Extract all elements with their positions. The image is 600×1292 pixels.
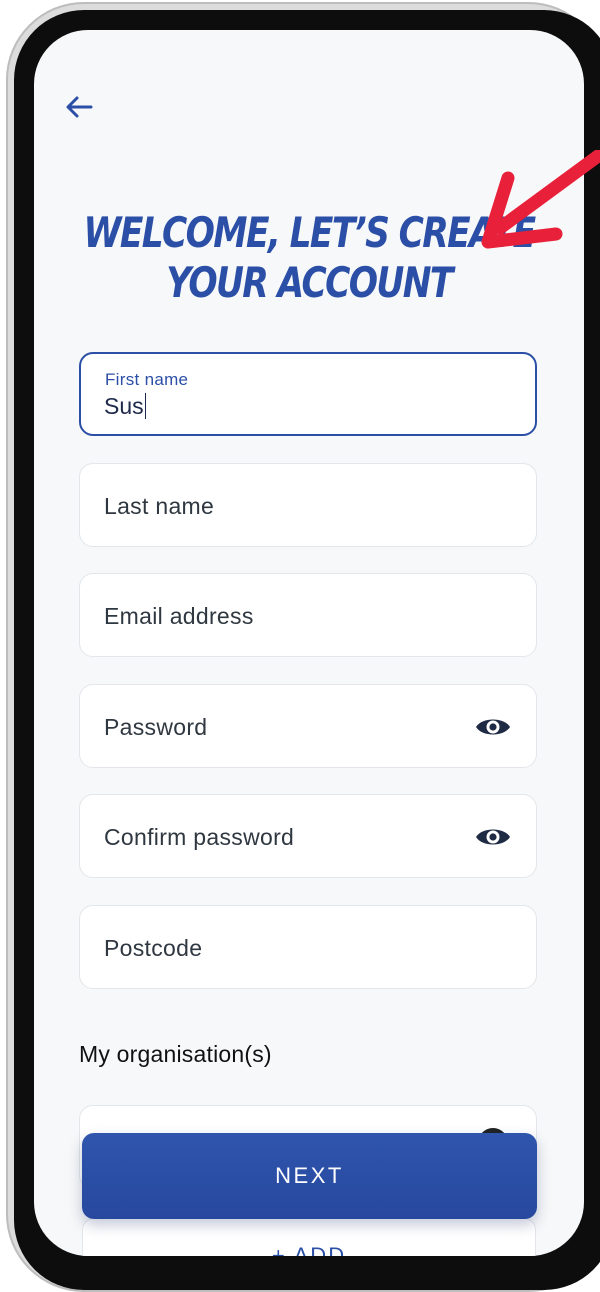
first-name-label: First name <box>105 370 189 389</box>
app-screen: WELCOME, LET’S CREATE YOUR ACCOUNT First… <box>34 30 584 1256</box>
postcode-field[interactable]: Postcode <box>79 905 537 989</box>
last-name-field[interactable]: Last name <box>79 463 537 547</box>
eye-icon[interactable] <box>474 823 512 851</box>
next-button[interactable]: NEXT <box>82 1133 537 1219</box>
last-name-label: Last name <box>104 493 215 519</box>
password-field[interactable]: Password <box>79 684 537 768</box>
add-organisation-label: + ADD <box>271 1243 347 1256</box>
first-name-field[interactable]: First name Sus <box>79 352 537 436</box>
add-organisation-button[interactable]: + ADD <box>82 1218 536 1256</box>
page-title: WELCOME, LET’S CREATE YOUR ACCOUNT <box>83 208 537 308</box>
text-caret <box>144 393 147 419</box>
confirm-password-label: Confirm password <box>104 824 295 850</box>
eye-icon[interactable] <box>474 713 512 741</box>
page-title-line-1: WELCOME, LET’S CREATE <box>83 208 537 257</box>
arrow-left-icon <box>66 96 93 118</box>
email-label: Email address <box>104 603 254 629</box>
first-name-value-text: Sus <box>104 393 144 419</box>
back-button[interactable] <box>62 90 96 124</box>
password-label: Password <box>104 714 208 740</box>
postcode-label: Postcode <box>104 935 203 961</box>
first-name-value: Sus <box>104 392 147 420</box>
confirm-password-field[interactable]: Confirm password <box>79 794 537 878</box>
page-title-line-2: YOUR ACCOUNT <box>166 258 453 307</box>
email-field[interactable]: Email address <box>79 573 537 657</box>
organisations-title: My organisation(s) <box>79 1041 272 1067</box>
